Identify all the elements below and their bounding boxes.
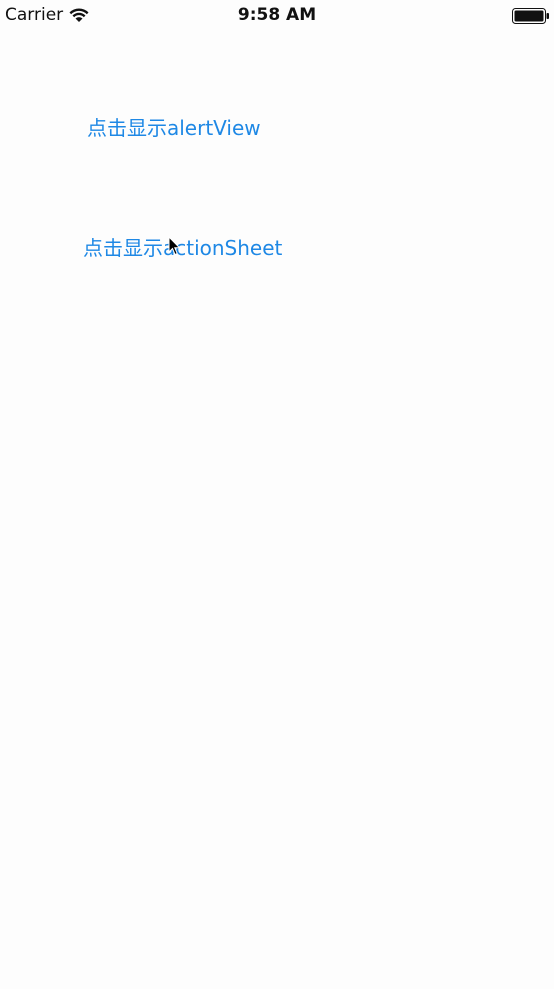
battery-icon (512, 8, 550, 24)
mouse-pointer-icon (168, 235, 182, 256)
status-bar: Carrier 9:58 AM (0, 0, 554, 32)
show-action-sheet-button[interactable]: 点击显示actionSheet (83, 235, 282, 261)
show-alert-view-button[interactable]: 点击显示alertView (87, 115, 261, 141)
status-time: 9:58 AM (237, 5, 317, 25)
